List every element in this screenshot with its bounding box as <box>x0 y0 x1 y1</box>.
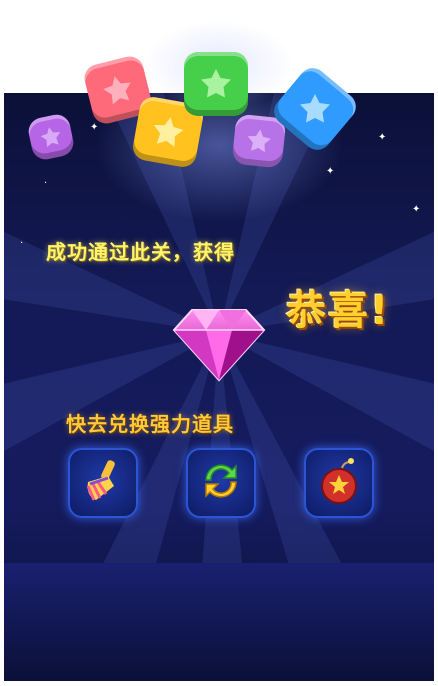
candy-blocks <box>0 0 438 200</box>
reward-subtitle: 成功通过此关，获得 <box>46 240 235 264</box>
congrats-title: 恭喜! <box>286 288 391 334</box>
sparkle-icon: · <box>20 238 24 249</box>
purple-block-icon <box>26 112 76 162</box>
diamond-icon <box>172 306 266 382</box>
green-block-icon <box>184 52 248 116</box>
floor <box>4 563 434 681</box>
refresh-tool-button[interactable] <box>186 448 256 518</box>
bomb-tool-icon <box>314 456 364 510</box>
refresh-tool-icon <box>198 458 244 508</box>
sparkle-icon: ✦ <box>412 204 421 215</box>
brush-tool-icon <box>78 456 128 510</box>
brush-tool-button[interactable] <box>68 448 138 518</box>
exchange-prompt: 快去兑换强力道具 <box>66 412 234 436</box>
bomb-tool-button[interactable] <box>304 448 374 518</box>
